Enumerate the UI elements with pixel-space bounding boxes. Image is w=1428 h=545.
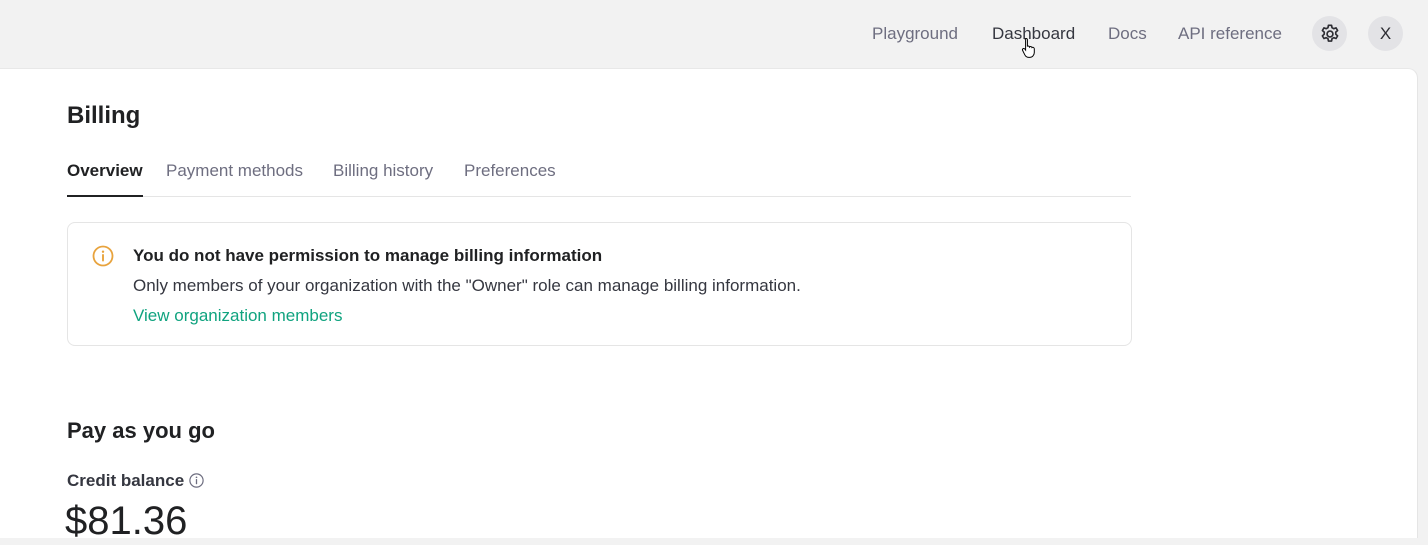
- gear-icon: [1321, 23, 1338, 42]
- pay-as-you-go-heading: Pay as you go: [67, 418, 215, 443]
- info-icon: [92, 245, 114, 267]
- tab-overview[interactable]: Overview: [67, 159, 143, 197]
- view-organization-members-link[interactable]: View organization members: [133, 304, 342, 328]
- credit-balance-amount: $81.36: [65, 499, 188, 543]
- settings-button[interactable]: [1312, 16, 1347, 51]
- billing-tabs: Overview Payment methods Billing history…: [67, 159, 1131, 197]
- nav-api-reference-link[interactable]: API reference: [1178, 22, 1282, 46]
- top-navigation-bar: Playground Dashboard Docs API reference …: [0, 0, 1428, 68]
- main-content-panel: Billing Overview Payment methods Billing…: [0, 68, 1418, 543]
- permission-notice: You do not have permission to manage bil…: [67, 222, 1132, 346]
- user-avatar-button[interactable]: X: [1368, 16, 1403, 51]
- tab-preferences[interactable]: Preferences: [464, 159, 556, 197]
- credit-balance-label: Credit balance: [67, 471, 185, 490]
- tab-billing-history[interactable]: Billing history: [333, 159, 433, 197]
- nav-playground-link[interactable]: Playground: [872, 22, 958, 46]
- hand-pointer-cursor-icon: [1021, 37, 1035, 58]
- notice-body: Only members of your organization with t…: [133, 276, 801, 295]
- tab-payment-methods[interactable]: Payment methods: [166, 159, 303, 197]
- page-title: Billing: [67, 102, 141, 129]
- avatar-initial: X: [1379, 23, 1392, 43]
- notice-title: You do not have permission to manage bil…: [133, 246, 603, 265]
- nav-docs-link[interactable]: Docs: [1108, 22, 1147, 46]
- info-icon[interactable]: [188, 472, 205, 489]
